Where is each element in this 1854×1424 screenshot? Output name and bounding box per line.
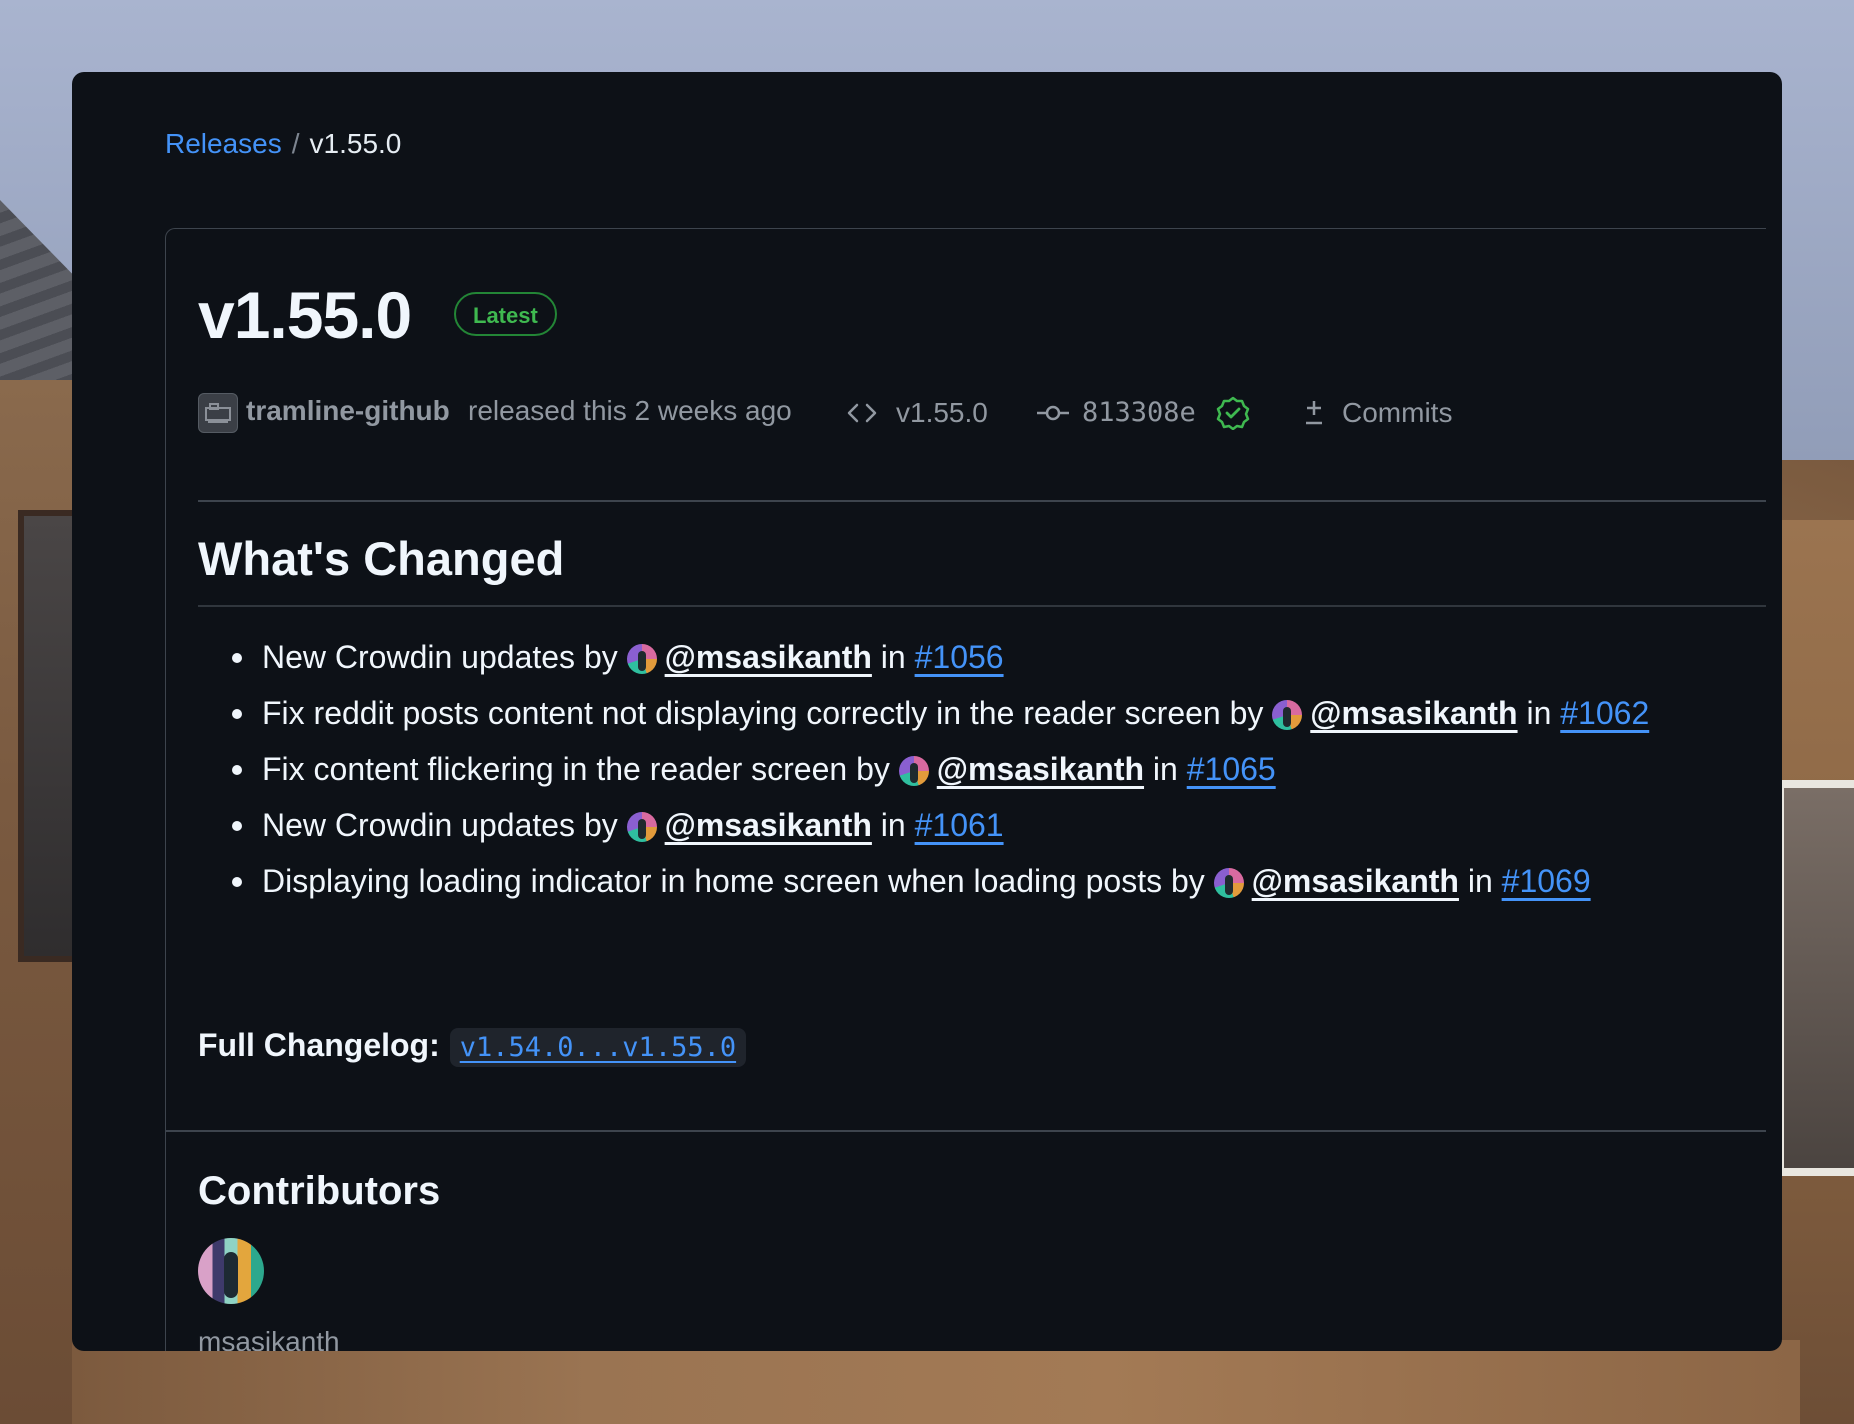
git-compare-icon xyxy=(1302,395,1326,436)
breadcrumb-releases-link[interactable]: Releases xyxy=(165,128,282,159)
latest-badge: Latest xyxy=(454,292,557,336)
released-text: released this 2 weeks ago xyxy=(468,395,792,426)
list-item: New Crowdin updates by @msasikanth in #1… xyxy=(231,797,1649,853)
user-avatar[interactable] xyxy=(1213,868,1244,898)
bot-avatar-icon xyxy=(205,403,231,423)
change-text: Fix reddit posts content not displaying … xyxy=(262,695,1264,731)
release-box: v1.55.0 Latest tramline-github released … xyxy=(165,228,1766,1351)
list-item: Fix content flickering in the reader scr… xyxy=(231,741,1649,797)
release-meta: tramline-github released this 2 weeks ag… xyxy=(198,393,1698,437)
git-commit-icon xyxy=(1036,397,1070,436)
user-avatar[interactable] xyxy=(898,756,929,786)
pull-request-link[interactable]: #1061 xyxy=(915,807,1004,843)
in-text: in xyxy=(1467,863,1493,899)
divider xyxy=(198,605,1766,607)
user-avatar[interactable] xyxy=(626,812,657,842)
full-changelog-label: Full Changelog: xyxy=(198,1027,440,1063)
user-mention-link[interactable]: @msasikanth xyxy=(1252,863,1459,899)
contributors-heading: Contributors xyxy=(198,1169,441,1213)
compare-link[interactable]: v1.54.0...v1.55.0 xyxy=(449,1028,747,1067)
whats-changed-heading: What's Changed xyxy=(198,532,565,585)
release-card: Releases / v1.55.0 v1.55.0 Latest tramline… xyxy=(72,72,1782,1351)
breadcrumb: Releases / v1.55.0 xyxy=(165,128,401,160)
commit-sha-link[interactable]: 813308e xyxy=(1082,397,1196,428)
author-link[interactable]: tramline-github xyxy=(246,395,450,427)
release-title: v1.55.0 xyxy=(198,278,412,352)
background-window xyxy=(1776,780,1854,1176)
user-mention-link[interactable]: @msasikanth xyxy=(1310,695,1517,731)
pull-request-link[interactable]: #1065 xyxy=(1187,751,1276,787)
in-text: in xyxy=(880,639,906,675)
commits-link[interactable]: Commits xyxy=(1342,397,1452,429)
in-text: in xyxy=(1152,751,1178,787)
author-avatar[interactable] xyxy=(198,393,238,433)
user-mention-link[interactable]: @msasikanth xyxy=(937,751,1144,787)
verified-check-icon[interactable] xyxy=(1216,396,1250,437)
list-item: Displaying loading indicator in home scr… xyxy=(231,853,1649,909)
changes-list: New Crowdin updates by @msasikanth in #1… xyxy=(198,629,1649,909)
code-icon xyxy=(846,397,878,436)
breadcrumb-separator: / xyxy=(291,128,300,159)
pull-request-link[interactable]: #1069 xyxy=(1502,863,1591,899)
change-text: New Crowdin updates by xyxy=(262,639,618,675)
background-wall xyxy=(72,1340,1800,1424)
list-item: New Crowdin updates by @msasikanth in #1… xyxy=(231,629,1649,685)
full-changelog: Full Changelog: v1.54.0...v1.55.0 xyxy=(198,1027,747,1067)
in-text: in xyxy=(880,807,906,843)
user-mention-link[interactable]: @msasikanth xyxy=(665,807,872,843)
list-item: Fix reddit posts content not displaying … xyxy=(231,685,1649,741)
change-text: New Crowdin updates by xyxy=(262,807,618,843)
user-avatar[interactable] xyxy=(626,644,657,674)
user-mention-link[interactable]: @msasikanth xyxy=(665,639,872,675)
contributor-name[interactable]: msasikanth xyxy=(198,1326,340,1351)
tag-link[interactable]: v1.55.0 xyxy=(896,397,988,429)
contributor-avatar[interactable] xyxy=(198,1238,264,1304)
change-text: Fix content flickering in the reader scr… xyxy=(262,751,890,787)
pull-request-link[interactable]: #1062 xyxy=(1560,695,1649,731)
breadcrumb-current: v1.55.0 xyxy=(309,128,402,159)
divider xyxy=(166,1130,1766,1132)
divider xyxy=(198,500,1766,502)
user-avatar[interactable] xyxy=(1272,700,1303,730)
in-text: in xyxy=(1526,695,1552,731)
change-text: Displaying loading indicator in home scr… xyxy=(262,863,1205,899)
pull-request-link[interactable]: #1056 xyxy=(915,639,1004,675)
